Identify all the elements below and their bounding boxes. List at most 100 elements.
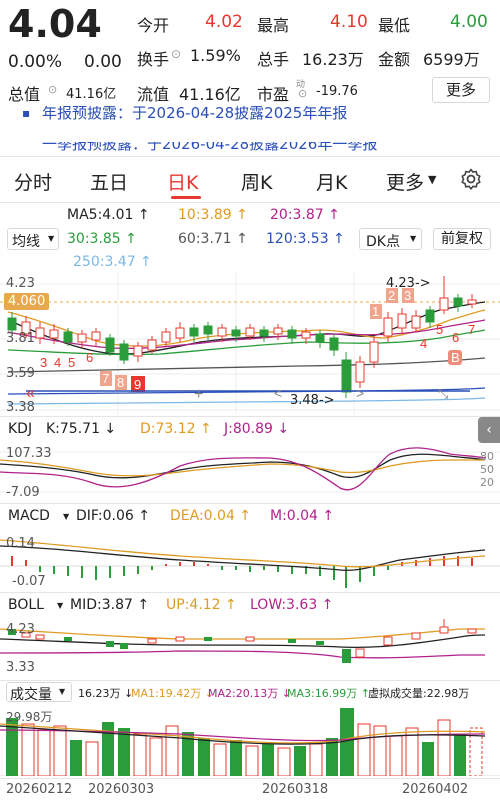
collapse-side-button[interactable]: ‹ [478, 417, 500, 443]
adjust-button[interactable]: 前复权 [433, 228, 491, 250]
notice-1[interactable]: ▪ 年报预披露：于2026-04-28披露2025年年报 [0, 106, 500, 130]
open-value: 4.02 [205, 12, 243, 32]
date-label: 20260212 [6, 782, 73, 797]
kline-chart[interactable]: 3456 7 8 9 1 2 3 4567 B « + < > ⤡ [0, 272, 500, 414]
svg-text:1: 1 [372, 304, 379, 319]
y-axis-bottom: 3.38 [6, 400, 35, 415]
candle [315, 330, 325, 348]
svg-text:5: 5 [68, 355, 75, 370]
total-cap-label: 总值 [8, 85, 41, 104]
low-annotation: 3.48-> [290, 393, 335, 408]
kdj-chart [0, 447, 500, 493]
volume-ma1: MA1:19.42万 ↓ [131, 687, 214, 700]
candle [259, 326, 269, 342]
macd-dea-line [0, 539, 486, 568]
volume-y-top: 29.98万 [6, 710, 53, 724]
pe-label: 市盈 [257, 85, 290, 104]
high-label: 最高 [257, 16, 290, 35]
current-price-tag: 4.060 [4, 293, 50, 310]
gear-icon[interactable] [459, 167, 483, 191]
amount-value: 6599万 [423, 50, 480, 69]
tab-weekly-k[interactable]: 周K [241, 168, 272, 195]
ma-legend-ma5: MA5:4.01 ↑ [67, 207, 150, 223]
notice-2[interactable]: 一季报预披露：于2026-04-28披露2026年一季报 [0, 142, 500, 156]
tab-daily-k[interactable]: 日K [167, 168, 198, 195]
macd-histogram [11, 556, 473, 588]
boll-mid: MID:3.87 ↑ [70, 597, 150, 613]
kdj-k: K:75.71 ↓ [46, 421, 117, 437]
current-price: 4.04 [8, 2, 102, 46]
svg-text:B: B [451, 350, 460, 365]
info-icon[interactable]: ⊙ [298, 87, 307, 100]
svg-text:8: 8 [117, 375, 124, 390]
change-pct: 0.00% [8, 52, 63, 72]
macd-selector[interactable]: MACD [8, 508, 50, 524]
kdj-ref-20: 20 [480, 476, 494, 489]
turnover-label: 换手 [137, 50, 170, 69]
macd-y-top: 0.14 [6, 536, 35, 551]
candle [439, 276, 449, 314]
svg-text:4: 4 [54, 355, 61, 370]
ma-selector-label: 均线 [12, 234, 40, 250]
candle [91, 328, 101, 346]
candle [411, 310, 421, 332]
macd-dif: DIF:0.06 ↑ [76, 508, 150, 524]
boll-up: UP:4.12 ↑ [166, 597, 237, 613]
y-axis-mid1: 3.81 [6, 331, 35, 346]
info-icon[interactable]: ⊙ [171, 47, 181, 61]
tab-active-underline [171, 196, 201, 199]
boll-candles [8, 619, 477, 663]
kdj-d: D:73.12 ↑ [140, 421, 212, 437]
kdj-y-top: 107.33 [6, 446, 52, 461]
ma-legend-ma120: 120:3.53 ↑ [266, 231, 345, 247]
float-cap-label: 流值 [137, 85, 170, 104]
total-cap-value: 41.16亿 [66, 87, 117, 102]
svg-text:6: 6 [86, 350, 93, 365]
candle [467, 294, 477, 308]
volume-chart [0, 708, 500, 776]
volume-label: 总手 [257, 50, 290, 69]
notice-text: 年报预披露：于2026-04-28披露2025年年报 [42, 106, 348, 122]
volume-ma2: MA2:20.13万 ↓ [208, 687, 291, 700]
caret-down-icon: ▼ [48, 234, 55, 243]
turnover-value: 1.59% [190, 46, 241, 65]
svg-text:7: 7 [468, 322, 475, 337]
ma-selector[interactable]: 均线 ▼ [7, 228, 59, 250]
candle [329, 334, 339, 356]
macd-dif-line [0, 545, 486, 571]
boll-y-bottom: 3.33 [6, 660, 35, 675]
date-label: 20260318 [262, 782, 329, 797]
kdj-selector[interactable]: KDJ [8, 421, 32, 437]
y-axis-mid2: 3.59 [6, 366, 35, 381]
volume-value: 16.23万 [302, 50, 364, 69]
svg-text:7: 7 [102, 371, 109, 386]
volume-selector[interactable]: 成交量 ▼ [6, 682, 72, 703]
volume-ma3: MA3:16.99万 ↑ [287, 687, 370, 700]
dk-point-button[interactable]: DK点 ▼ [359, 228, 422, 250]
date-label: 20260402 [402, 782, 469, 797]
low-value: 4.00 [450, 12, 488, 32]
boll-selector[interactable]: BOLL [8, 597, 44, 613]
low-label: 最低 [378, 16, 411, 35]
ma-legend-ma20: 20:3.87 ↑ [270, 207, 340, 223]
dk-point-label: DK点 [366, 234, 400, 250]
signal-markers: 3456 7 8 9 1 2 3 4567 B [40, 288, 475, 392]
tab-monthly-k[interactable]: 月K [316, 168, 347, 195]
volume-value: 16.23万 ↓ [78, 687, 134, 700]
tab-five-day[interactable]: 五日 [90, 168, 128, 195]
tab-intraday[interactable]: 分时 [14, 168, 52, 195]
tab-more[interactable]: 更多 [386, 168, 424, 195]
macd-y-bottom: -0.07 [12, 574, 46, 589]
volume-selector-label: 成交量 [10, 687, 52, 703]
caret-down-icon: ▼ [59, 687, 66, 696]
svg-text:5: 5 [436, 322, 443, 337]
info-icon[interactable]: ⊙ [48, 83, 57, 96]
ma-legend-ma60: 60:3.71 ↑ [178, 231, 248, 247]
more-button[interactable]: 更多 [432, 77, 490, 103]
caret-down-icon: ▼ [428, 173, 437, 186]
expand-icon: ⤡ [438, 386, 449, 401]
svg-text:4: 4 [420, 336, 427, 351]
high-value: 4.10 [330, 12, 368, 32]
high-annotation: 4.23-> [386, 276, 431, 291]
ma-legend-ma250: 250:3.47 ↑ [73, 254, 152, 270]
